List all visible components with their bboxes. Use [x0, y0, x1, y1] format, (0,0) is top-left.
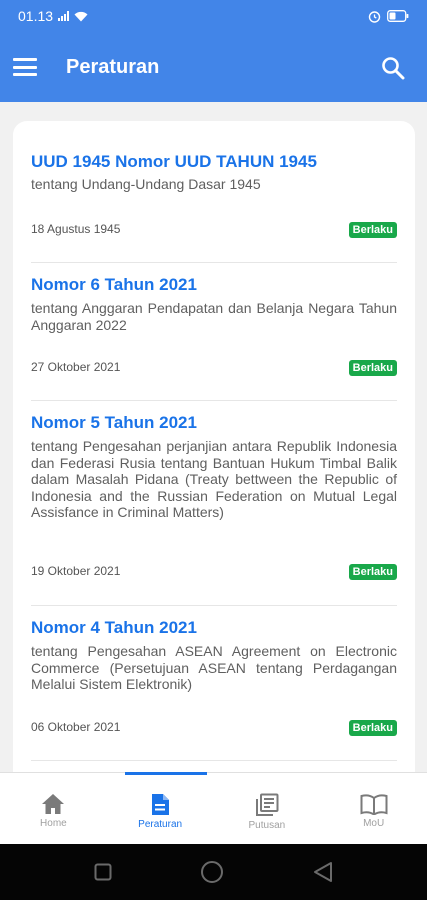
regulation-title: UUD 1945 Nomor UUD TAHUN 1945 — [31, 152, 317, 171]
regulation-description: tentang Pengesahan ASEAN Agreement on El… — [31, 643, 397, 692]
home-icon — [42, 794, 65, 814]
status-right — [368, 10, 409, 23]
status-badge: Berlaku — [348, 360, 397, 376]
regulation-title: Nomor 4 Tahun 2021 — [31, 618, 197, 637]
nav-label-home: Home — [40, 818, 67, 829]
regulation-date: 27 Oktober 2021 — [31, 360, 121, 374]
regulation-description: tentang Anggaran Pendapatan dan Belanja … — [31, 300, 397, 333]
back-triangle-icon[interactable] — [313, 861, 333, 883]
hamburger-menu-icon[interactable] — [13, 58, 37, 76]
alarm-icon — [368, 10, 381, 23]
nav-item-peraturan[interactable]: Peraturan — [107, 772, 214, 844]
regulation-date: 19 Oktober 2021 — [31, 564, 121, 578]
active-tab-indicator — [124, 772, 207, 775]
regulation-date: 06 Oktober 2021 — [31, 720, 121, 734]
regulation-item[interactable]: UUD 1945 Nomor UUD TAHUN 1945 tentang Un… — [31, 121, 397, 263]
home-circle-icon[interactable] — [200, 860, 224, 884]
status-badge: Berlaku — [348, 720, 397, 736]
open-book-icon — [360, 794, 388, 815]
search-icon[interactable] — [381, 56, 405, 80]
library-books-icon — [255, 793, 279, 816]
status-left: 01.13 — [18, 8, 88, 24]
battery-icon — [387, 10, 409, 22]
system-navigation-bar — [0, 844, 427, 900]
nav-item-putusan[interactable]: Putusan — [214, 773, 321, 844]
document-icon — [152, 794, 170, 815]
regulation-item[interactable]: Nomor 5 Tahun 2021 tentang Pengesahan pe… — [31, 401, 397, 606]
app-bar: Peraturan — [0, 32, 427, 102]
status-badge: Berlaku — [348, 222, 397, 238]
regulation-description: tentang Undang-Undang Dasar 1945 — [31, 176, 261, 192]
page-title: Peraturan — [66, 55, 160, 78]
regulation-description: tentang Pengesahan perjanjian antara Rep… — [31, 438, 397, 520]
recent-apps-icon[interactable] — [94, 863, 112, 881]
wifi-icon — [74, 11, 88, 21]
content-area[interactable]: UUD 1945 Nomor UUD TAHUN 1945 tentang Un… — [0, 102, 427, 772]
bottom-navigation: Home Peraturan Putusan MoU — [0, 772, 427, 844]
nav-item-home[interactable]: Home — [0, 773, 107, 844]
nav-label-mou: MoU — [363, 818, 385, 829]
regulation-item[interactable]: Nomor 6 Tahun 2021 tentang Anggaran Pend… — [31, 263, 397, 401]
regulation-item[interactable]: Nomor 4 Tahun 2021 tentang Pengesahan AS… — [31, 606, 397, 761]
status-bar: 01.13 — [0, 0, 427, 32]
regulation-list-card: UUD 1945 Nomor UUD TAHUN 1945 tentang Un… — [13, 121, 415, 772]
regulation-title: Nomor 5 Tahun 2021 — [31, 413, 197, 432]
regulation-date: 18 Agustus 1945 — [31, 222, 121, 236]
status-time: 01.13 — [18, 8, 54, 24]
signal-icon — [58, 11, 70, 21]
regulation-title: Nomor 6 Tahun 2021 — [31, 275, 197, 294]
nav-label-peraturan: Peraturan — [138, 819, 183, 830]
nav-label-putusan: Putusan — [248, 820, 286, 831]
nav-item-mou[interactable]: MoU — [320, 773, 427, 844]
status-badge: Berlaku — [348, 564, 397, 580]
